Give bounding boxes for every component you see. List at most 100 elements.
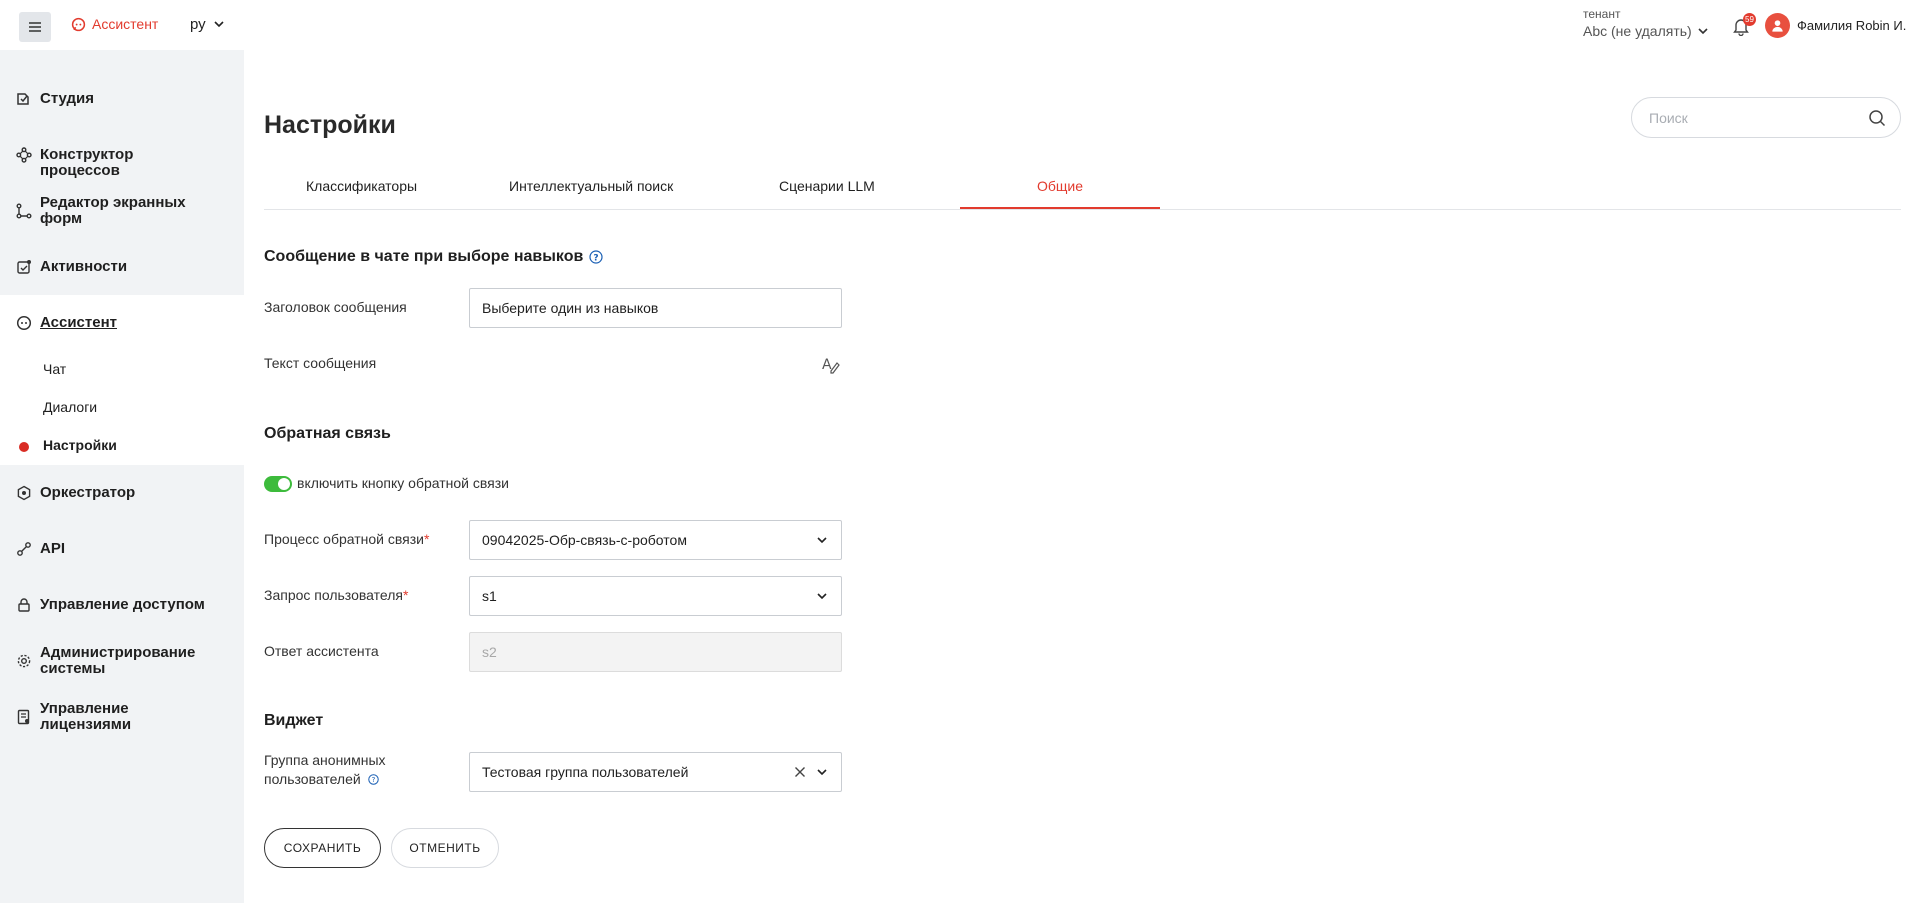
sidebar-item-label: Оркестратор — [40, 484, 136, 501]
translate-icon[interactable]: A — [821, 355, 841, 375]
notifications-button[interactable]: 59 — [1731, 13, 1756, 38]
user-menu[interactable]: Фамилия Robin И. — [1765, 13, 1906, 38]
user-request-select[interactable]: s1 — [469, 576, 842, 616]
chat-section-title-text: Сообщение в чате при выборе навыков — [264, 248, 584, 265]
activities-icon — [17, 260, 31, 274]
sidebar-item-assistant[interactable]: Ассистент — [16, 315, 117, 331]
feedback-process-select[interactable]: 09042025-Обр-связь-с-роботом — [469, 520, 842, 560]
chevron-down-icon — [817, 769, 827, 776]
feedback-process-value: 09042025-Обр-связь-с-роботом — [482, 532, 687, 548]
avatar — [1765, 13, 1790, 38]
group-field-label: Группа анонимных пользователей ? — [264, 751, 414, 789]
request-field-label-text: Запрос пользователя — [264, 587, 403, 603]
sidebar-item-label: Конструктор процессов — [40, 146, 134, 179]
current-page-indicator — [19, 442, 29, 452]
search-input[interactable] — [1649, 109, 1868, 126]
assistant-answer-input: s2 — [469, 632, 842, 672]
sidebar-item-api[interactable]: API — [16, 541, 65, 557]
sidebar-item-label: Ассистент — [40, 314, 117, 331]
required-mark: * — [423, 531, 430, 547]
chevron-down-icon — [817, 593, 827, 600]
sidebar-item-licenses[interactable]: Управление лицензиями — [16, 701, 215, 733]
help-icon[interactable]: ? — [589, 250, 603, 264]
form-editor-icon — [16, 203, 32, 219]
sidebar-item-label: API — [40, 540, 66, 557]
cancel-button[interactable]: ОТМЕНИТЬ — [391, 828, 499, 868]
feedback-toggle[interactable] — [264, 476, 292, 492]
page-title: Настройки — [264, 111, 396, 139]
sidebar-item-label: Администрирование системы — [40, 644, 196, 677]
chevron-down-icon — [214, 21, 224, 28]
anonymous-group-select[interactable]: Тестовая группа пользователей — [469, 752, 842, 792]
user-name: Фамилия Robin И. — [1797, 18, 1907, 33]
feedback-toggle-label: включить кнопку обратной связи — [297, 475, 509, 491]
sidebar-item-activities[interactable]: Активности — [16, 259, 127, 275]
sidebar-item-admin[interactable]: Администрирование системы — [16, 645, 215, 677]
access-icon — [18, 598, 30, 612]
sidebar: Студия Конструктор процессов Редактор эк… — [0, 50, 244, 903]
process-builder-icon — [16, 147, 32, 163]
sidebar-item-orchestrator[interactable]: Оркестратор — [16, 485, 135, 501]
widget-section-title: Виджет — [264, 712, 324, 729]
admin-icon — [17, 654, 31, 668]
sidebar-subitem-settings[interactable]: Настройки — [43, 437, 117, 453]
tenant-selector[interactable]: тенант Abc (не удалять) — [1583, 7, 1708, 39]
feedback-section-title: Обратная связь — [264, 425, 391, 442]
sidebar-subitem-dialogs[interactable]: Диалоги — [43, 399, 97, 415]
tenant-caption: тенант — [1583, 7, 1621, 21]
text-field-label: Текст сообщения — [264, 355, 377, 371]
language-selector[interactable]: ру — [190, 16, 224, 33]
anonymous-group-value: Тестовая группа пользователей — [482, 764, 689, 780]
header-field-label: Заголовок сообщения — [264, 299, 407, 315]
studio-icon — [17, 93, 29, 105]
top-bar: Ассистент ру тенант Abc (не удалять) 59 … — [0, 0, 1919, 50]
sidebar-item-access[interactable]: Управление доступом — [16, 597, 205, 613]
process-field-label: Процесс обратной связи* — [264, 530, 429, 549]
sidebar-item-form-editor[interactable]: Редактор экранных форм — [16, 195, 215, 227]
api-icon — [17, 542, 31, 556]
orchestrator-icon — [17, 485, 31, 501]
tab-classifiers[interactable]: Классификаторы — [306, 178, 417, 194]
tenant-value-label: Abc (не удалять) — [1583, 23, 1692, 39]
sidebar-item-process-builder[interactable]: Конструктор процессов — [16, 147, 215, 179]
license-icon — [17, 709, 30, 725]
tab-llm-scenarios[interactable]: Сценарии LLM — [779, 178, 875, 194]
sidebar-item-label: Управление лицензиями — [40, 700, 132, 733]
sidebar-subitem-chat[interactable]: Чат — [43, 361, 66, 377]
chat-section-title: Сообщение в чате при выборе навыков ? — [264, 248, 603, 266]
chevron-down-icon — [1698, 27, 1708, 34]
required-mark: * — [402, 587, 409, 603]
notification-badge: 59 — [1743, 13, 1756, 26]
tab-intelligent-search[interactable]: Интеллектуальный поиск — [509, 178, 673, 194]
message-header-input[interactable]: Выберите один из навыков — [469, 288, 842, 328]
assistant-icon — [16, 315, 32, 331]
clear-icon[interactable] — [793, 765, 807, 779]
save-button[interactable]: СОХРАНИТЬ — [264, 828, 381, 868]
assistant-answer-value: s2 — [482, 644, 497, 660]
brand[interactable]: Ассистент — [71, 16, 158, 32]
active-tab-indicator — [960, 207, 1160, 209]
user-icon — [1772, 20, 1783, 32]
answer-field-label: Ответ ассистента — [264, 643, 379, 659]
svg-text:?: ? — [371, 775, 375, 784]
sidebar-item-label: Управление доступом — [40, 596, 205, 613]
svg-text:A: A — [822, 357, 832, 373]
tabs: Классификаторы Интеллектуальный поиск Сц… — [264, 164, 1901, 210]
tab-general[interactable]: Общие — [1037, 178, 1083, 194]
message-header-value: Выберите один из навыков — [482, 300, 659, 316]
search-icon[interactable] — [1868, 109, 1886, 127]
assistant-logo-icon — [71, 17, 86, 31]
tenant-value[interactable]: Abc (не удалять) — [1583, 23, 1708, 39]
sidebar-item-studio[interactable]: Студия — [16, 91, 94, 107]
request-field-label: Запрос пользователя* — [264, 586, 408, 605]
chevron-down-icon — [817, 537, 827, 544]
sidebar-item-label: Активности — [40, 258, 128, 275]
process-field-label-text: Процесс обратной связи — [264, 531, 424, 547]
sidebar-item-label: Редактор экранных форм — [40, 194, 186, 227]
user-request-value: s1 — [482, 588, 497, 604]
menu-button[interactable] — [19, 12, 51, 42]
search-box[interactable] — [1631, 97, 1901, 138]
brand-label: Ассистент — [92, 16, 159, 32]
language-label: ру — [190, 16, 206, 33]
help-icon[interactable]: ? — [367, 774, 379, 785]
